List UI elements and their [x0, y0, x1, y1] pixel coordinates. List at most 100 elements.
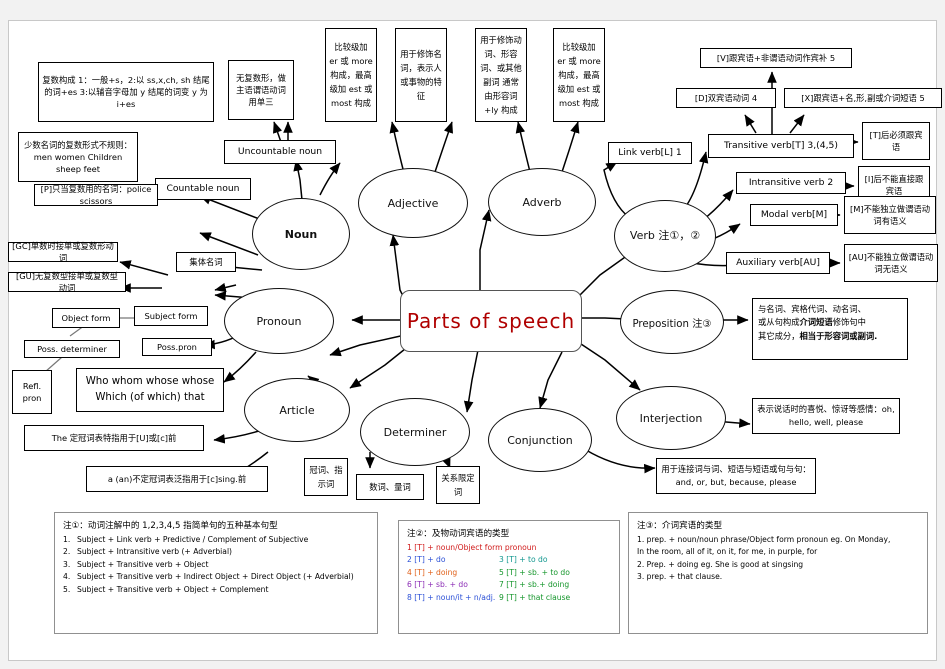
legend-2-rows: 1 [T] + noun/Object form pronoun 2 [T] + … — [407, 543, 611, 602]
x-note-box: [X]跟宾语+名,形,副或介词短语 5 — [784, 88, 942, 108]
legend-2-row-right: 5 [T] + sb. + to do — [499, 567, 570, 577]
legend-1-row: 1. Subject + Link verb + Predictive / Com… — [63, 535, 369, 544]
branch-article[interactable]: Article — [244, 378, 350, 442]
legend-1-row-text: Subject + Transitive verb + Object + Com… — [77, 584, 269, 594]
legend-2-row-right: 7 [T] + sb.+ doing — [499, 580, 570, 590]
subject-form-box: Subject form — [134, 306, 208, 326]
preposition-note-part3: 修饰句中 — [832, 317, 866, 328]
gu-box: [GU]无复数型接单或复数型动词 — [8, 271, 126, 293]
collective-noun-box: 集体名词 — [176, 252, 236, 272]
legend-2-row-left: 6 [T] + sb. + do — [407, 580, 468, 590]
intransitive-verb-box: Intransitive verb 2 — [736, 172, 846, 194]
legend-1-row-text: Subject + Intransitive verb (+ Adverbial… — [77, 547, 233, 557]
preposition-note-bold1: 介词短语 — [799, 317, 833, 328]
legend-1-row-text: Subject + Transitive verb + Indirect Obj… — [77, 572, 354, 582]
legend-1-row: 5. Subject + Transitive verb + Object + C… — [63, 585, 369, 594]
legend-2-row: 2 [T] + do 3 [T] + to do — [407, 555, 611, 564]
auxiliary-verb-box: Auxiliary verb[AU] — [726, 252, 830, 274]
legend-1-row-number: 5. — [63, 584, 71, 594]
branch-determiner[interactable]: Determiner — [360, 398, 470, 466]
determiner-box-2: 数词、量词 — [356, 474, 424, 500]
au-note-box: [AU]不能独立做谓语动词无语义 — [844, 244, 938, 282]
poss-determiner-box: Poss. determiner — [24, 340, 120, 358]
legend-3-row: 1. prep. + noun/noun phrase/Object form … — [637, 535, 891, 544]
legend-1-row: 3. Subject + Transitive verb + Object — [63, 560, 369, 569]
uncountable-noun-box: Uncountable noun — [224, 140, 336, 164]
countable-noun-box: Countable noun — [155, 178, 251, 200]
adjective-function-box: 用于修饰名词，表示人或事物的特征 — [395, 28, 447, 122]
page-margin-top — [0, 0, 945, 20]
legend-2-row-right: 9 [T] + that clause — [499, 592, 571, 602]
poss-pron-box: Poss.pron — [142, 338, 212, 356]
branch-interjection[interactable]: Interjection — [616, 386, 726, 450]
preposition-note-box: 与名词、宾格代词、动名词、 或从句构成介词短语修饰句中 其它成分，相当于形容词或… — [752, 298, 908, 360]
v-note-box: [V]跟宾语+非谓语动词作宾补 5 — [700, 48, 852, 68]
legend-2-row-left: 2 [T] + do — [407, 555, 446, 565]
legend-3-row: 3. prep. + that clause. — [637, 572, 723, 582]
uncountable-note-box: 无复数形，做主语谓语动词用单三 — [228, 60, 294, 120]
legend-1-row: 4. Subject + Transitive verb + Indirect O… — [63, 572, 369, 581]
definite-article-box: The 定冠词表特指用于[U]或[c]前 — [24, 425, 204, 451]
legend-3-row: 2. Prep. + doing eg. She is good at sing… — [637, 559, 804, 569]
legend-1-row-text: Subject + Transitive verb + Object — [77, 559, 209, 569]
link-verb-box: Link verb[L] 1 — [608, 142, 692, 164]
indefinite-article-box: a (an)不定冠词表泛指用于[c]sing.前 — [86, 466, 268, 492]
branch-verb[interactable]: Verb 注①，② — [614, 200, 716, 272]
page-margin-left — [0, 0, 8, 669]
modal-verb-box: Modal verb[M] — [750, 204, 838, 226]
branch-noun[interactable]: Noun — [252, 198, 350, 270]
legend-3-row: In the room, all of it, on it, for me, i… — [637, 547, 818, 557]
noun-plural-rules-box: 复数构成 1：一般+s，2:以 ss,x,ch, sh 结尾的词+es 3:以辅… — [38, 62, 214, 122]
plural-only-box: [P]只当复数用的名词：police scissors — [34, 184, 158, 206]
adverb-function-box: 用于修饰动词、形容词、或其他副词 通常由形容词+ly 构成 — [475, 28, 527, 122]
legend-2-row-left: 8 [T] + noun/it + n/adj. — [407, 592, 496, 602]
legend-2-row-left: 1 [T] + noun/Object form pronoun — [407, 543, 537, 552]
transitive-verb-box: Transitive verb[T] 3,(4,5) — [708, 134, 854, 158]
legend-1-row-number: 2. — [63, 547, 71, 557]
legend-2-row-left: 4 [T] + doing — [407, 567, 458, 577]
branch-adjective[interactable]: Adjective — [358, 168, 468, 238]
d-note-box: [D]双宾语动词 4 — [676, 88, 776, 108]
legend-1-row-text: Subject + Link verb + Predictive / Compl… — [77, 535, 309, 544]
legend-2-row: 1 [T] + noun/Object form pronoun — [407, 543, 611, 552]
adverb-comparison-box: 比较级加 er 或 more 构成，最高级加 est 或 most 构成 — [553, 28, 605, 122]
legend-1-rows: 1. Subject + Link verb + Predictive / Com… — [63, 535, 369, 594]
refl-pron-box: Refl. pron — [12, 370, 52, 414]
legend-3-rows: 1. prep. + noun/noun phrase/Object form … — [637, 535, 919, 581]
legend-1-title: 注①：动词注解中的 1,2,3,4,5 指简单句的五种基本句型 — [63, 521, 278, 531]
branch-preposition[interactable]: Preposition 注③ — [620, 290, 724, 354]
legend-note-2: 注②：及物动词宾语的类型 1 [T] + noun/Object form pr… — [398, 520, 620, 634]
legend-3-title: 注③：介词宾语的类型 — [637, 521, 723, 531]
center-node[interactable]: Parts of speech — [400, 290, 582, 352]
legend-1-row-number: 1. — [63, 535, 71, 544]
conjunction-note-box: 用于连接词与词、短语与短语或句与句：and, or, but, because,… — [656, 458, 816, 494]
legend-2-row: 4 [T] + doing 5 [T] + sb. + to do — [407, 568, 611, 577]
legend-2-row: 6 [T] + sb. + do 7 [T] + sb.+ doing — [407, 580, 611, 589]
preposition-note-part4: 其它成分， — [758, 330, 800, 341]
m-note-box: [M]不能独立做谓语动词有语义 — [844, 196, 936, 234]
legend-1-row: 2. Subject + Intransitive verb (+ Adverbi… — [63, 547, 369, 556]
adjective-comparison-box: 比较级加 er 或 more 构成，最高级加 est 或 most 构成 — [325, 28, 377, 122]
branch-adverb[interactable]: Adverb — [488, 168, 596, 236]
t-note-box: [T]后必须跟宾语 — [862, 122, 930, 160]
page-margin-bottom — [0, 661, 945, 669]
determiner-box-1: 冠词、指示词 — [304, 458, 348, 496]
legend-2-row: 8 [T] + noun/it + n/adj. 9 [T] + that cla… — [407, 593, 611, 602]
legend-1-row-number: 4. — [63, 572, 71, 582]
mindmap-canvas: Parts of speech Noun Adjective Adverb Ve… — [0, 0, 945, 669]
legend-2-title: 注②：及物动词宾语的类型 — [407, 529, 510, 539]
branch-conjunction[interactable]: Conjunction — [488, 408, 592, 472]
branch-pronoun[interactable]: Pronoun — [224, 288, 334, 354]
preposition-note-part1: 与名词、宾格代词、动名词、 — [758, 304, 866, 314]
legend-2-row-right: 3 [T] + to do — [499, 555, 548, 565]
interjection-note-box: 表示说话时的喜悦、惊讶等感情：oh, hello, well, please — [752, 398, 900, 434]
determiner-box-3: 关系限定词 — [436, 466, 480, 504]
legend-1-row-number: 3. — [63, 559, 71, 569]
preposition-note-bold2: 相当于形容词或副词. — [799, 330, 878, 341]
preposition-note-part2: 或从句构成 — [758, 317, 800, 328]
object-form-box: Object form — [52, 308, 120, 328]
legend-note-3: 注③：介词宾语的类型 1. prep. + noun/noun phrase/O… — [628, 512, 928, 634]
legend-note-1: 注①：动词注解中的 1,2,3,4,5 指简单句的五种基本句型 1. Subjec… — [54, 512, 378, 634]
noun-irregular-box: 少数名词的复数形式不规则：men women Children sheep fe… — [18, 132, 138, 182]
gc-box: [GC]单数时接单或复数形动词 — [8, 241, 118, 263]
